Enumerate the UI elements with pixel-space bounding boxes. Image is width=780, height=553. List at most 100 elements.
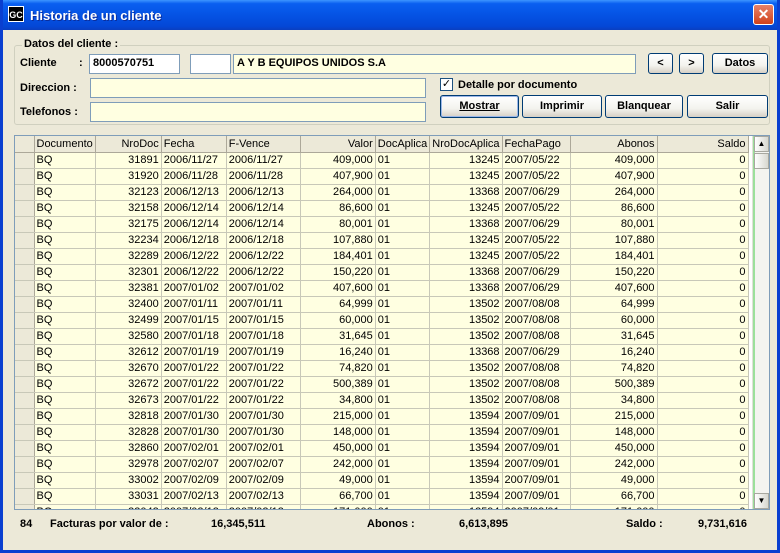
row-selector[interactable] (15, 424, 35, 441)
history-grid[interactable]: Documento NroDoc Fecha F-Vence Valor DocAplic… (14, 135, 770, 510)
row-selector[interactable] (15, 488, 35, 505)
row-selector[interactable] (15, 440, 35, 457)
table-row[interactable]: BQ 32580 2007/01/18 2007/01/18 31,645 01 13502… (15, 328, 749, 345)
table-row[interactable]: BQ 32123 2006/12/13 2006/12/13 264,000 01 1336… (15, 184, 749, 201)
table-row[interactable]: BQ 32860 2007/02/01 2007/02/01 450,000 01 1359… (15, 440, 749, 457)
table-row[interactable]: BQ 32175 2006/12/14 2006/12/14 80,001 01 13368… (15, 216, 749, 233)
table-row[interactable]: BQ 32673 2007/01/22 2007/01/22 34,800 01 13502… (15, 392, 749, 409)
blanquear-button[interactable]: Blanquear (605, 95, 683, 118)
column-header[interactable]: NroDoc (95, 136, 162, 153)
table-cell: 13368 (429, 280, 503, 297)
table-cell: 74,820 (300, 360, 376, 377)
row-selector[interactable] (15, 376, 35, 393)
table-cell: 01 (375, 424, 431, 441)
table-row[interactable]: BQ 32670 2007/01/22 2007/01/22 74,820 01 13502… (15, 360, 749, 377)
row-selector[interactable] (15, 248, 35, 265)
row-selector[interactable] (15, 344, 35, 361)
column-header[interactable]: Documento (34, 136, 96, 153)
row-selector[interactable] (15, 152, 35, 169)
table-cell: BQ (34, 392, 96, 409)
row-selector[interactable] (15, 328, 35, 345)
telefonos-field (90, 102, 426, 122)
mostrar-button[interactable]: Mostrar (440, 95, 519, 118)
window-title: Historia de un cliente (30, 8, 162, 23)
table-row[interactable]: BQ 32289 2006/12/22 2006/12/22 184,401 01 1324… (15, 248, 749, 265)
table-cell: 13368 (429, 216, 503, 233)
table-cell: BQ (34, 232, 96, 249)
table-row[interactable]: BQ 31920 2006/11/28 2006/11/28 407,900 01 1324… (15, 168, 749, 185)
table-cell: 2007/01/15 (226, 312, 301, 329)
table-row[interactable]: BQ 32672 2007/01/22 2007/01/22 500,389 01 1350… (15, 376, 749, 393)
table-cell: 74,820 (570, 360, 658, 377)
detalle-checkbox[interactable]: ✓ (440, 78, 453, 91)
row-selector[interactable] (15, 216, 35, 233)
title-bar[interactable]: GC Historia de un cliente ✕ (3, 0, 777, 30)
column-header[interactable]: FechaPago (502, 136, 571, 153)
column-header[interactable]: Fecha (161, 136, 227, 153)
table-cell: 0 (657, 440, 749, 457)
table-cell: 13594 (429, 456, 503, 473)
table-row[interactable]: BQ 32301 2006/12/22 2006/12/22 150,220 01 1336… (15, 264, 749, 281)
cliente-code-input[interactable]: 8000570751 (89, 54, 180, 74)
row-selector[interactable] (15, 296, 35, 313)
vertical-scrollbar[interactable]: ▲ ▼ (752, 136, 769, 509)
row-selector[interactable] (15, 472, 35, 489)
table-cell: BQ (34, 408, 96, 425)
table-cell: 2007/09/01 (502, 504, 571, 509)
column-header[interactable]: Saldo (657, 136, 749, 153)
table-cell: 13594 (429, 440, 503, 457)
table-row[interactable]: BQ 32978 2007/02/07 2007/02/07 242,000 01 1359… (15, 456, 749, 473)
table-row[interactable]: BQ 32234 2006/12/18 2006/12/18 107,880 01 1324… (15, 232, 749, 249)
table-row[interactable]: BQ 32612 2007/01/19 2007/01/19 16,240 01 13368… (15, 344, 749, 361)
table-row[interactable]: BQ330422007/02/132007/02/13171,000011359… (15, 504, 749, 509)
column-header[interactable]: Abonos (570, 136, 658, 153)
close-icon[interactable]: ✕ (753, 4, 774, 25)
row-selector[interactable] (15, 408, 35, 425)
prev-client-button[interactable]: < (648, 53, 673, 74)
column-header[interactable]: F-Vence (226, 136, 301, 153)
row-selector[interactable] (15, 392, 35, 409)
row-selector[interactable] (15, 312, 35, 329)
table-row[interactable]: BQ 32828 2007/01/30 2007/01/30 148,000 01 1359… (15, 424, 749, 441)
row-selector[interactable] (15, 232, 35, 249)
scroll-up-icon[interactable]: ▲ (754, 136, 769, 152)
table-row[interactable]: BQ 32499 2007/01/15 2007/01/15 60,000 01 13502… (15, 312, 749, 329)
detalle-checkbox-label[interactable]: Detalle por documento (458, 79, 577, 91)
table-row[interactable]: BQ 32158 2006/12/14 2006/12/14 86,600 01 13245… (15, 200, 749, 217)
row-selector[interactable] (15, 280, 35, 297)
table-cell: 32670 (95, 360, 162, 377)
row-selector[interactable] (15, 504, 35, 509)
table-row[interactable]: BQ 31891 2006/11/27 2006/11/27 409,000 01 1324… (15, 152, 749, 169)
table-cell: 13245 (429, 168, 503, 185)
column-header[interactable]: NroDocAplica (429, 136, 503, 153)
table-cell: 2007/02/13 (161, 488, 227, 505)
row-selector[interactable] (15, 360, 35, 377)
table-cell: 0 (657, 184, 749, 201)
table-row[interactable]: BQ 32400 2007/01/11 2007/01/11 64,999 01 13502… (15, 296, 749, 313)
table-cell: 0 (657, 456, 749, 473)
table-cell: 31891 (95, 152, 162, 169)
table-cell: 2007/06/29 (502, 344, 571, 361)
table-cell: 500,389 (570, 376, 658, 393)
scroll-thumb[interactable] (754, 153, 769, 169)
next-client-button[interactable]: > (679, 53, 704, 74)
salir-button[interactable]: Salir (687, 95, 768, 118)
scroll-down-icon[interactable]: ▼ (754, 493, 769, 509)
row-selector[interactable] (15, 456, 35, 473)
table-row[interactable]: BQ 32381 2007/01/02 2007/01/02 407,600 01 1336… (15, 280, 749, 297)
table-cell: 2007/01/22 (226, 376, 301, 393)
table-row[interactable]: BQ 33002 2007/02/09 2007/02/09 49,000 01 13594… (15, 472, 749, 489)
cliente-suffix-input[interactable] (190, 54, 231, 74)
table-row[interactable]: BQ 33031 2007/02/13 2007/02/13 66,700 01 13594… (15, 488, 749, 505)
row-selector[interactable] (15, 200, 35, 217)
row-selector[interactable] (15, 264, 35, 281)
column-header[interactable]: DocAplica (375, 136, 431, 153)
column-header[interactable]: Valor (300, 136, 376, 153)
table-cell: 171,000 (300, 504, 376, 509)
imprimir-button[interactable]: Imprimir (522, 95, 602, 118)
row-selector[interactable] (15, 168, 35, 185)
datos-button[interactable]: Datos (712, 53, 768, 74)
table-row[interactable]: BQ 32818 2007/01/30 2007/01/30 215,000 01 1359… (15, 408, 749, 425)
grid-header-row: Documento NroDoc Fecha F-Vence Valor DocAplic… (15, 136, 749, 153)
row-selector[interactable] (15, 184, 35, 201)
